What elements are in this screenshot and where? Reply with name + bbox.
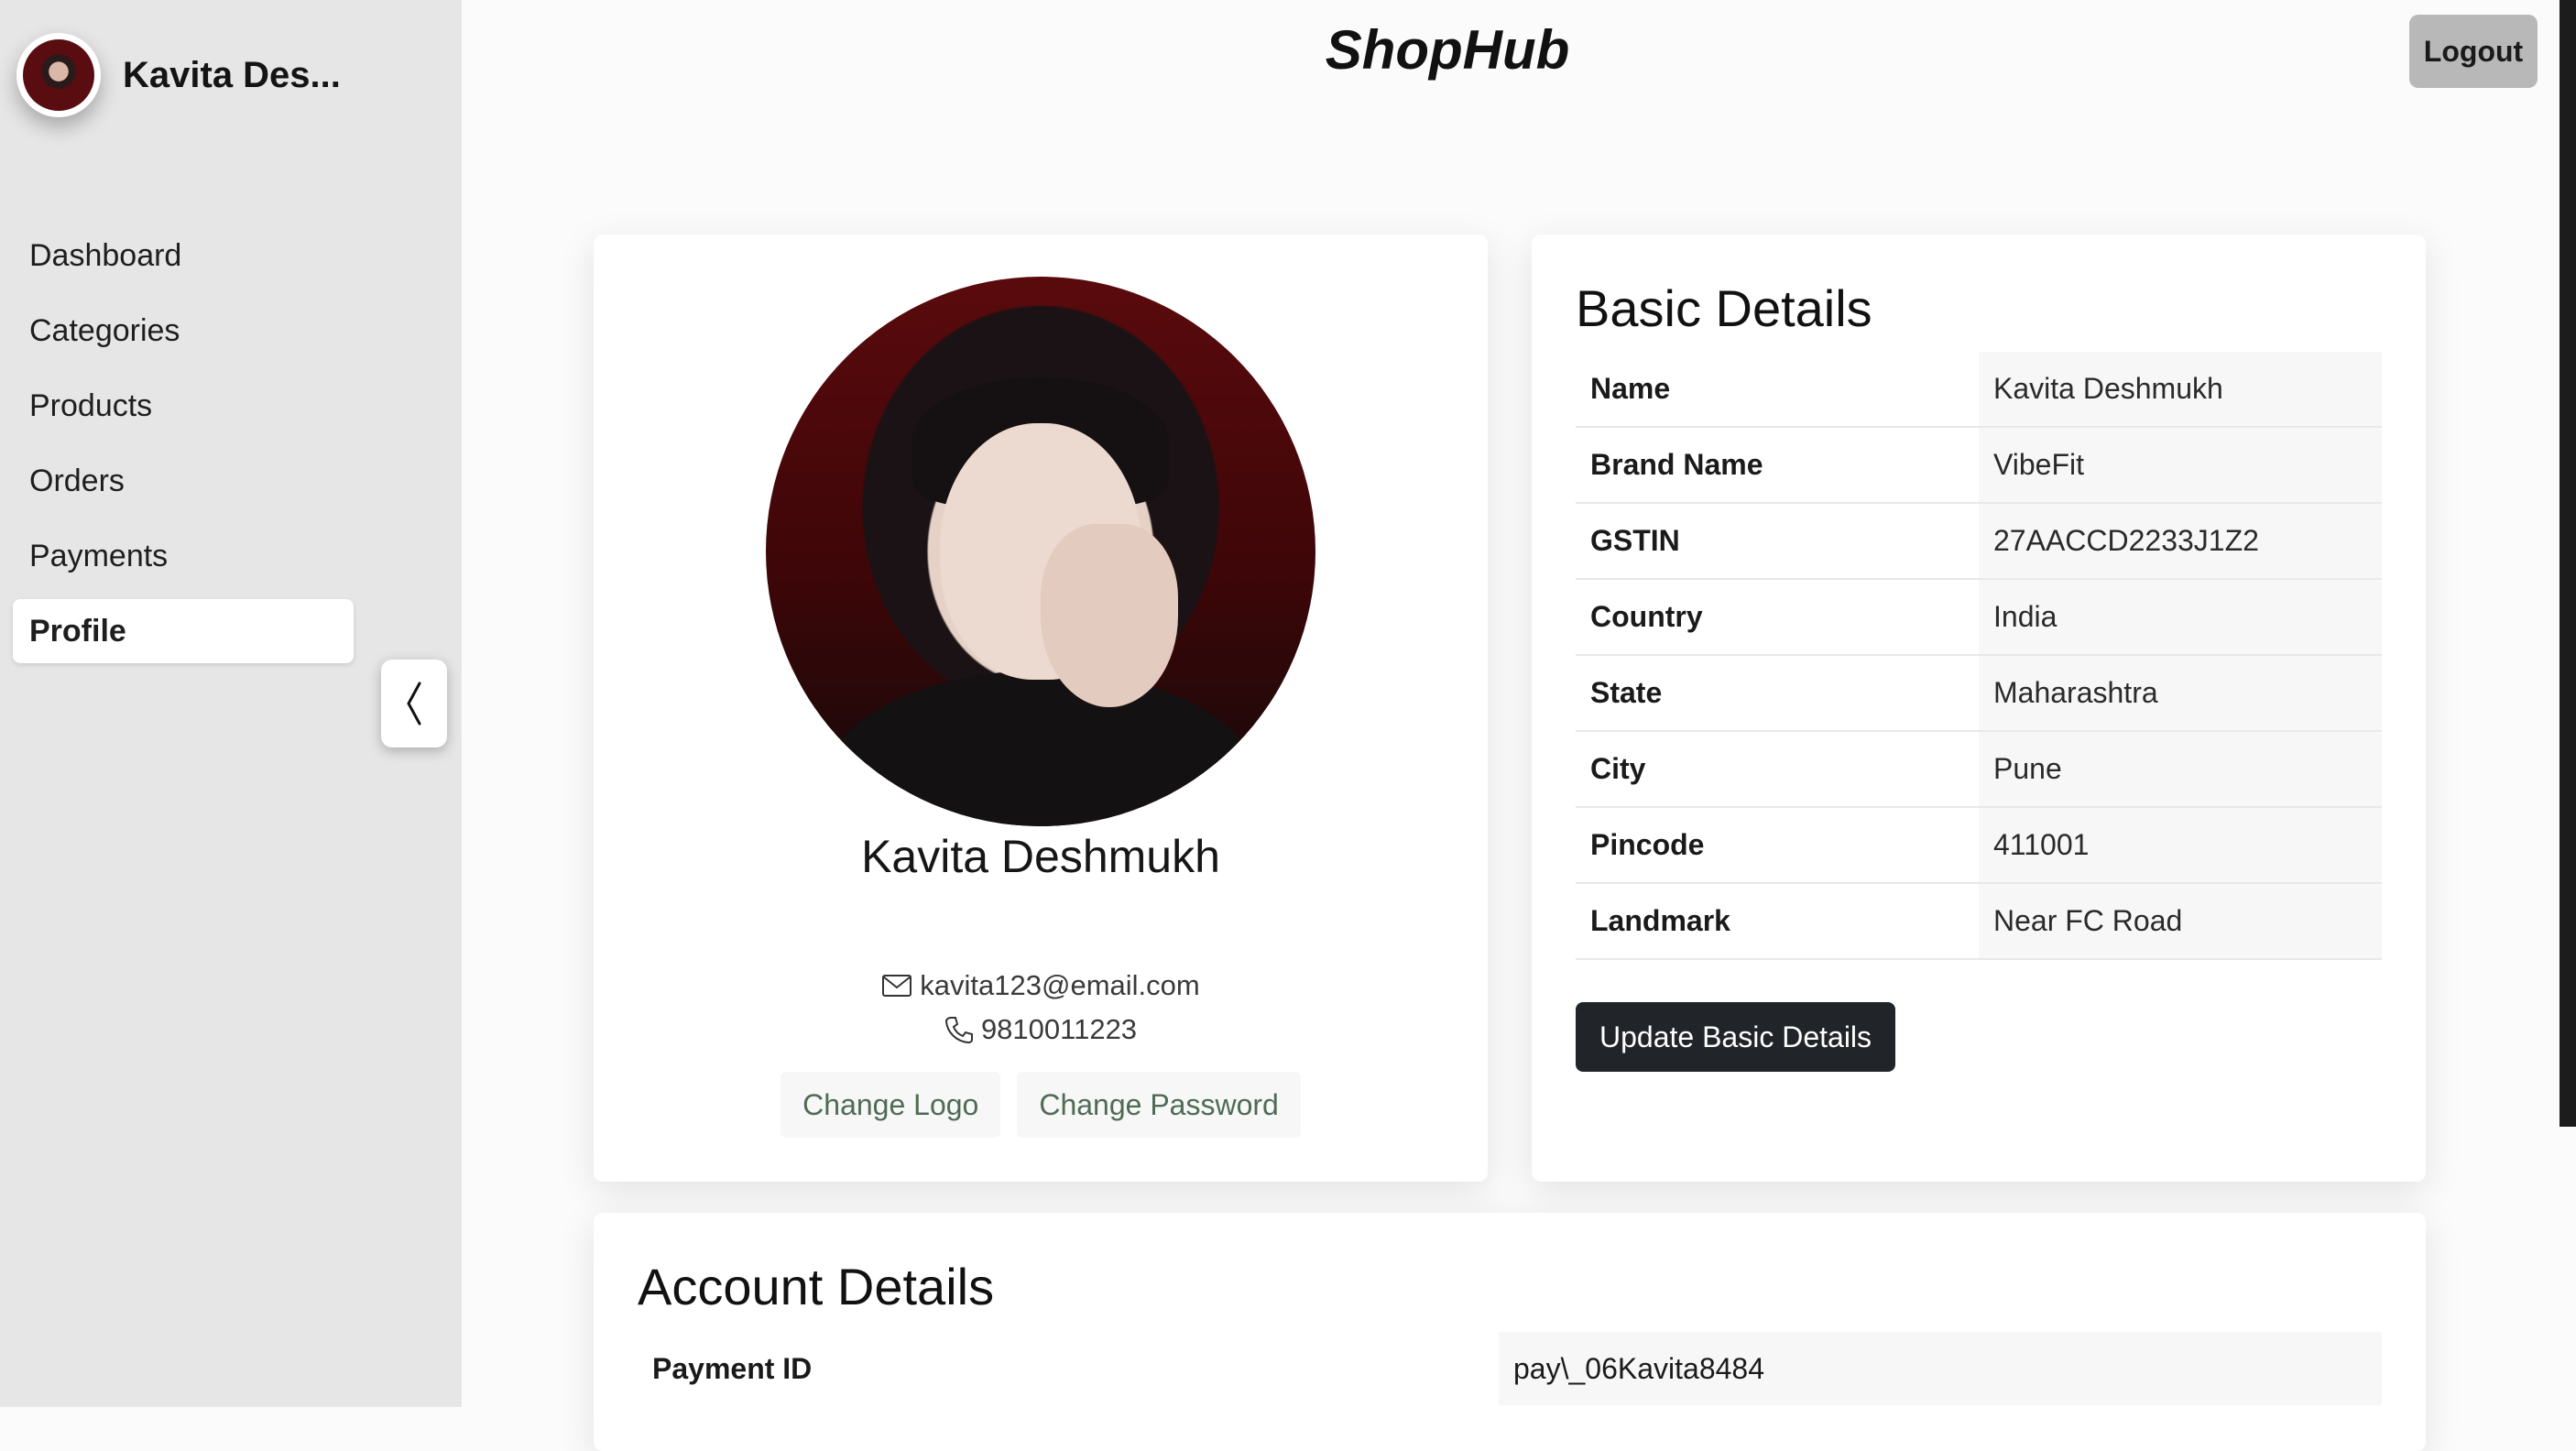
sidebar-item-payments[interactable]: Payments: [13, 524, 354, 588]
detail-label: Brand Name: [1576, 427, 1979, 504]
profile-actions: Change Logo Change Password: [594, 1072, 1488, 1138]
profile-email: kavita123@email.com: [594, 969, 1488, 1002]
detail-value: Kavita Deshmukh: [1979, 352, 2382, 428]
table-row: Pincode 411001: [1576, 807, 2382, 884]
detail-label: Name: [1576, 352, 1979, 428]
profile-phone-text: 9810011223: [980, 1013, 1138, 1045]
detail-value: VibeFit: [1979, 427, 2382, 504]
detail-value: Pune: [1979, 731, 2382, 808]
profile-name: Kavita Deshmukh: [861, 831, 1220, 882]
detail-value: 27AACCD2233J1Z2: [1979, 503, 2382, 580]
phone-icon: [944, 1017, 973, 1044]
detail-label: Pincode: [1576, 807, 1979, 884]
sidebar-item-dashboard[interactable]: Dashboard: [13, 224, 354, 288]
change-password-button[interactable]: Change Password: [1017, 1072, 1301, 1138]
profile-email-text: kavita123@email.com: [920, 969, 1200, 1001]
table-row: GSTIN 27AACCD2233J1Z2: [1576, 503, 2382, 580]
profile-phone: 9810011223: [594, 1013, 1488, 1046]
table-row: City Pune: [1576, 731, 2382, 808]
payment-id-value: pay\_06Kavita8484: [1499, 1332, 2382, 1405]
table-row: Country India: [1576, 579, 2382, 656]
sidebar-item-orders[interactable]: Orders: [13, 449, 354, 513]
table-row: Name Kavita Deshmukh: [1576, 352, 2382, 428]
table-row: Landmark Near FC Road: [1576, 883, 2382, 960]
basic-details-table: Name Kavita Deshmukh Brand Name VibeFit GS…: [1576, 352, 2382, 960]
basic-details-title: Basic Details: [1576, 279, 1872, 337]
chevron-left-icon: [407, 682, 421, 726]
photo-hand: [1041, 524, 1178, 707]
user-block[interactable]: Kavita Des...: [16, 33, 341, 117]
detail-value: India: [1979, 579, 2382, 656]
detail-label: City: [1576, 731, 1979, 808]
sidebar-item-profile[interactable]: Profile: [13, 599, 354, 663]
table-row: Brand Name VibeFit: [1576, 427, 2382, 504]
photo-shoulders: [821, 671, 1261, 826]
envelope-icon: [882, 975, 912, 997]
detail-label: GSTIN: [1576, 503, 1979, 580]
detail-value: 411001: [1979, 807, 2382, 884]
avatar-image: [23, 39, 94, 111]
account-details-title: Account Details: [638, 1258, 995, 1315]
change-logo-button[interactable]: Change Logo: [780, 1072, 1001, 1138]
sidebar-item-products[interactable]: Products: [13, 374, 354, 438]
sidebar-item-categories[interactable]: Categories: [13, 299, 354, 363]
basic-details-card: Basic Details Name Kavita Deshmukh Brand …: [1532, 235, 2426, 1182]
detail-value: Maharashtra: [1979, 655, 2382, 732]
avatar: [16, 33, 101, 117]
payment-id-label: Payment ID: [652, 1352, 813, 1385]
sidebar-collapse-button[interactable]: [381, 660, 447, 747]
profile-card: Kavita Deshmukh kavita123@email.com 9810…: [594, 235, 1488, 1182]
table-row: Payment ID pay\_06Kavita8484: [638, 1332, 2382, 1405]
sidebar-user-name: Kavita Des...: [123, 54, 341, 95]
update-basic-details-button[interactable]: Update Basic Details: [1576, 1002, 1896, 1072]
scrollbar[interactable]: [2560, 0, 2576, 1127]
brand-title: ShopHub: [1325, 19, 1570, 81]
detail-value: Near FC Road: [1979, 883, 2382, 960]
table-row: State Maharashtra: [1576, 655, 2382, 732]
logout-button[interactable]: Logout: [2409, 15, 2538, 88]
detail-label: State: [1576, 655, 1979, 732]
profile-photo: [766, 277, 1315, 826]
account-details-card: Account Details Payment ID pay\_06Kavita…: [594, 1213, 2426, 1451]
sidebar: Kavita Des... Dashboard Categories Produ…: [0, 0, 462, 1407]
sidebar-nav: Dashboard Categories Products Orders Pay…: [13, 224, 354, 674]
detail-label: Country: [1576, 579, 1979, 656]
detail-label: Landmark: [1576, 883, 1979, 960]
